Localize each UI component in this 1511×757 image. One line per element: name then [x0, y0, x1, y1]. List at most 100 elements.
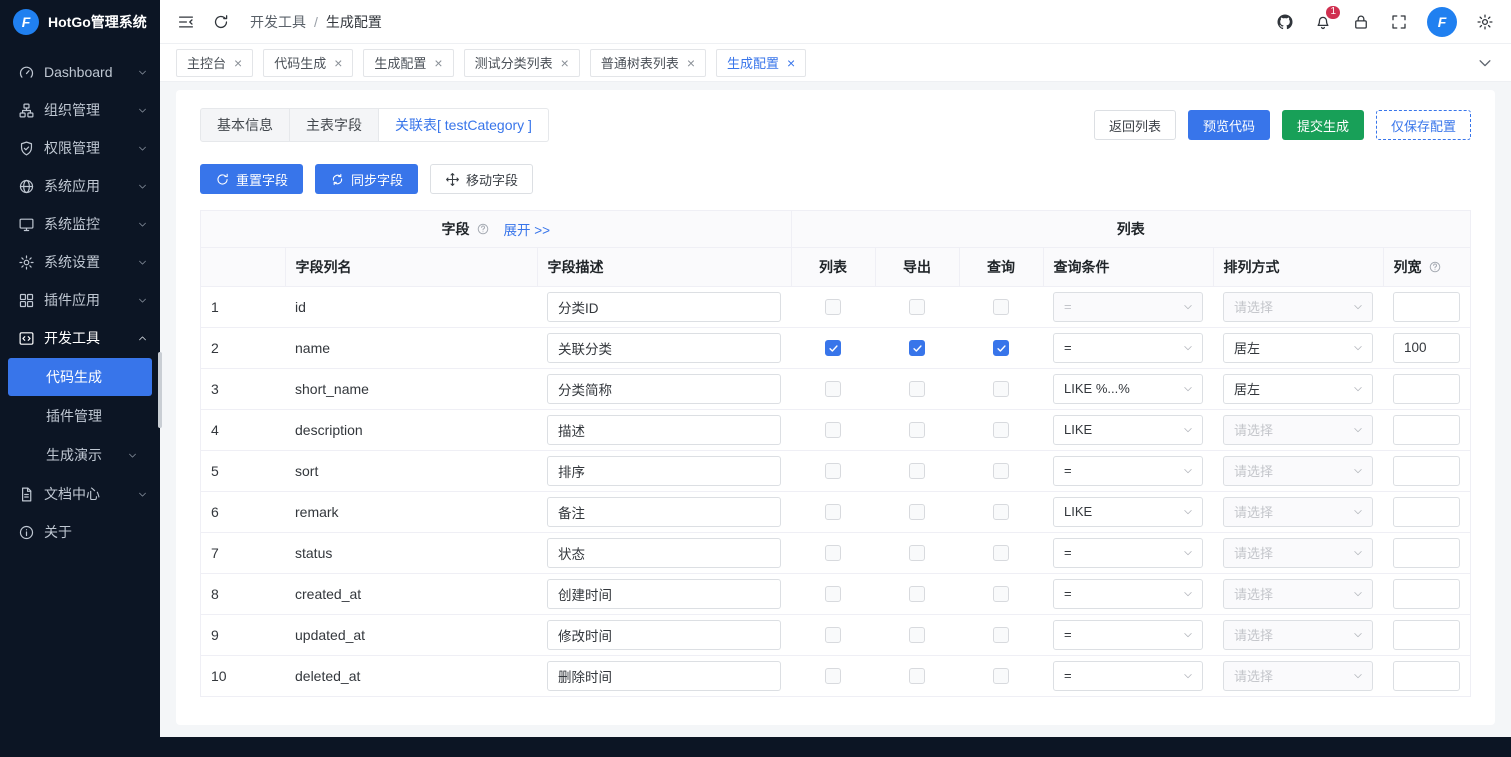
list-checkbox[interactable]	[825, 463, 841, 479]
condition-select[interactable]: =	[1053, 620, 1203, 650]
nav-tab-3[interactable]: 测试分类列表×	[464, 49, 580, 77]
query-checkbox[interactable]	[993, 381, 1009, 397]
github-icon[interactable]	[1274, 11, 1295, 32]
column-width-input[interactable]	[1393, 456, 1460, 486]
column-width-input[interactable]	[1393, 620, 1460, 650]
query-checkbox[interactable]	[993, 545, 1009, 561]
export-checkbox[interactable]	[909, 504, 925, 520]
user-avatar[interactable]: F	[1427, 7, 1457, 37]
sidebar-item-about[interactable]: 关于	[0, 513, 160, 551]
nav-tab-2[interactable]: 生成配置×	[363, 49, 453, 77]
config-tab-1[interactable]: 主表字段	[290, 108, 379, 142]
field-desc-input[interactable]	[547, 456, 781, 486]
help-icon[interactable]	[476, 222, 490, 236]
gear-icon[interactable]	[1475, 12, 1495, 32]
sidebar-item-dashboard[interactable]: Dashboard	[0, 53, 160, 91]
refresh-icon[interactable]	[211, 12, 231, 32]
list-checkbox[interactable]	[825, 586, 841, 602]
close-icon[interactable]: ×	[787, 56, 795, 70]
help-icon[interactable]	[1428, 260, 1442, 274]
close-icon[interactable]: ×	[687, 56, 695, 70]
sidebar-subitem-plugin-manage[interactable]: 插件管理	[8, 397, 152, 435]
list-checkbox[interactable]	[825, 545, 841, 561]
fullscreen-icon[interactable]	[1389, 12, 1409, 32]
nav-tab-5[interactable]: 生成配置×	[716, 49, 806, 77]
list-checkbox[interactable]	[825, 504, 841, 520]
sidebar-scrollbar[interactable]	[158, 352, 162, 428]
reset-fields-button[interactable]: 重置字段	[200, 164, 303, 194]
query-checkbox[interactable]	[993, 668, 1009, 684]
export-checkbox[interactable]	[909, 463, 925, 479]
sidebar-item-system-settings[interactable]: 系统设置	[0, 243, 160, 281]
export-checkbox[interactable]	[909, 545, 925, 561]
column-width-input[interactable]	[1393, 292, 1460, 322]
column-width-input[interactable]	[1393, 415, 1460, 445]
expand-link[interactable]: 展开 >>	[504, 219, 551, 239]
list-checkbox[interactable]	[825, 340, 841, 356]
collapse-icon[interactable]	[176, 12, 196, 32]
field-desc-input[interactable]	[547, 415, 781, 445]
sidebar-item-docs[interactable]: 文档中心	[0, 475, 160, 513]
move-fields-button[interactable]: 移动字段	[430, 164, 533, 194]
query-checkbox[interactable]	[993, 340, 1009, 356]
query-checkbox[interactable]	[993, 422, 1009, 438]
field-desc-input[interactable]	[547, 620, 781, 650]
field-desc-input[interactable]	[547, 538, 781, 568]
nav-tab-1[interactable]: 代码生成×	[263, 49, 353, 77]
column-width-input[interactable]	[1393, 333, 1460, 363]
column-width-input[interactable]	[1393, 497, 1460, 527]
field-desc-input[interactable]	[547, 292, 781, 322]
align-select[interactable]: 居左	[1223, 374, 1373, 404]
sidebar-item-organization[interactable]: 组织管理	[0, 91, 160, 129]
condition-select[interactable]: LIKE	[1053, 415, 1203, 445]
list-checkbox[interactable]	[825, 381, 841, 397]
save-config-button[interactable]: 仅保存配置	[1376, 110, 1471, 140]
column-width-input[interactable]	[1393, 579, 1460, 609]
export-checkbox[interactable]	[909, 422, 925, 438]
query-checkbox[interactable]	[993, 299, 1009, 315]
sync-fields-button[interactable]: 同步字段	[315, 164, 418, 194]
preview-button[interactable]: 预览代码	[1188, 110, 1270, 140]
field-desc-input[interactable]	[547, 579, 781, 609]
export-checkbox[interactable]	[909, 668, 925, 684]
sidebar-subitem-generation-demo[interactable]: 生成演示	[8, 436, 152, 474]
field-desc-input[interactable]	[547, 333, 781, 363]
config-tab-2[interactable]: 关联表[ testCategory ]	[379, 108, 549, 142]
list-checkbox[interactable]	[825, 422, 841, 438]
list-checkbox[interactable]	[825, 299, 841, 315]
nav-tab-4[interactable]: 普通树表列表×	[590, 49, 706, 77]
back-button[interactable]: 返回列表	[1094, 110, 1176, 140]
close-icon[interactable]: ×	[561, 56, 569, 70]
sidebar-item-dev-tools[interactable]: 开发工具	[0, 319, 160, 357]
notifications-button[interactable]: 1	[1313, 12, 1333, 32]
field-desc-input[interactable]	[547, 497, 781, 527]
config-tab-0[interactable]: 基本信息	[200, 108, 290, 142]
align-select[interactable]: 居左	[1223, 333, 1373, 363]
field-desc-input[interactable]	[547, 374, 781, 404]
lock-icon[interactable]	[1351, 12, 1371, 32]
sidebar-item-system-monitor[interactable]: 系统监控	[0, 205, 160, 243]
condition-select[interactable]: =	[1053, 661, 1203, 691]
export-checkbox[interactable]	[909, 381, 925, 397]
query-checkbox[interactable]	[993, 504, 1009, 520]
query-checkbox[interactable]	[993, 463, 1009, 479]
app-logo[interactable]: F HotGo管理系统	[0, 0, 160, 44]
condition-select[interactable]: =	[1053, 333, 1203, 363]
condition-select[interactable]: =	[1053, 579, 1203, 609]
condition-select[interactable]: LIKE %...%	[1053, 374, 1203, 404]
condition-select[interactable]: LIKE	[1053, 497, 1203, 527]
query-checkbox[interactable]	[993, 627, 1009, 643]
column-width-input[interactable]	[1393, 538, 1460, 568]
export-checkbox[interactable]	[909, 299, 925, 315]
submit-button[interactable]: 提交生成	[1282, 110, 1364, 140]
condition-select[interactable]: =	[1053, 456, 1203, 486]
field-desc-input[interactable]	[547, 661, 781, 691]
sidebar-subitem-code-generation[interactable]: 代码生成	[8, 358, 152, 396]
export-checkbox[interactable]	[909, 627, 925, 643]
close-icon[interactable]: ×	[334, 56, 342, 70]
query-checkbox[interactable]	[993, 586, 1009, 602]
condition-select[interactable]: =	[1053, 538, 1203, 568]
sidebar-item-permission[interactable]: 权限管理	[0, 129, 160, 167]
export-checkbox[interactable]	[909, 340, 925, 356]
sidebar-item-system-app[interactable]: 系统应用	[0, 167, 160, 205]
